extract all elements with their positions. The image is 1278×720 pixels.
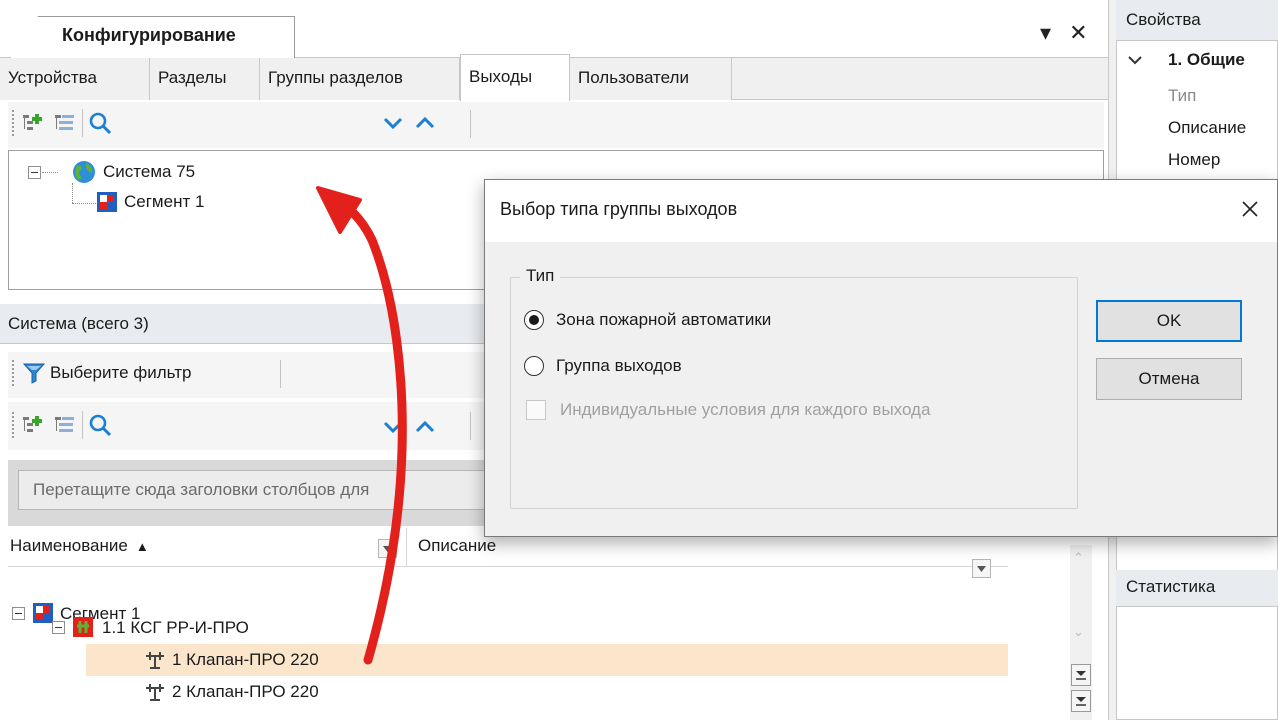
- tree-connector: [72, 183, 73, 203]
- toolbar-separator: [280, 360, 281, 388]
- toolbar-grip[interactable]: [12, 412, 16, 438]
- tab-partitions[interactable]: Разделы: [150, 58, 260, 100]
- toolbar-grip[interactable]: [12, 110, 16, 136]
- tree-toolbar-buttons: [12, 108, 115, 138]
- system-panel-title: Система (всего 3): [8, 314, 149, 333]
- row-label: 1 Клапан-ПРО 220: [172, 650, 319, 669]
- collapse-toggle[interactable]: [52, 621, 65, 634]
- property-number[interactable]: Номер: [1168, 150, 1220, 170]
- table-row[interactable]: 2 Клапан-ПРО 220: [8, 676, 1008, 708]
- column-filter-dropdown[interactable]: [972, 559, 991, 578]
- grid-toolbar-buttons: [12, 410, 115, 440]
- properties-title: Свойства: [1116, 0, 1278, 40]
- radio-label: Зона пожарной автоматики: [556, 310, 772, 329]
- tree-node-system[interactable]: Система 75: [28, 159, 195, 185]
- chevron-down-icon[interactable]: [378, 108, 408, 138]
- properties-section-title[interactable]: 1. Общие: [1168, 50, 1245, 70]
- document-window-controls[interactable]: ▾ ✕: [1040, 20, 1094, 46]
- column-filter-dropdown[interactable]: [378, 539, 397, 558]
- tree-structure-icon[interactable]: [50, 410, 80, 440]
- document-tab-title: Конфигурирование: [62, 25, 236, 45]
- radio-button[interactable]: [524, 310, 544, 330]
- cancel-button[interactable]: Отмена: [1096, 358, 1242, 400]
- tab-partition-groups[interactable]: Группы разделов: [260, 58, 460, 100]
- chevron-down-icon[interactable]: [378, 412, 408, 442]
- chevron-up-icon[interactable]: [410, 108, 440, 138]
- radio-label: Группа выходов: [556, 356, 682, 375]
- sub-tab-bar: Устройства Разделы Группы разделов Выход…: [0, 54, 1108, 101]
- globe-icon: [73, 161, 95, 183]
- filter-button-label: Выберите фильтр: [50, 363, 192, 382]
- tab-users[interactable]: Пользователи: [570, 58, 732, 100]
- tree-nav-buttons: [378, 108, 440, 138]
- tree-node-segment[interactable]: Сегмент 1: [96, 189, 204, 215]
- chevron-up-icon[interactable]: [410, 412, 440, 442]
- column-name-label: Наименование: [10, 536, 128, 555]
- tree-toolbar: [8, 102, 1104, 148]
- funnel-icon: [22, 363, 46, 384]
- tree-node-label: Сегмент 1: [124, 192, 205, 211]
- toolbar-grip[interactable]: [12, 360, 16, 386]
- valve-icon: [146, 684, 164, 701]
- grid-nav-buttons: [378, 412, 440, 442]
- table-row[interactable]: 1.1 КСГ РР-И-ПРО: [8, 612, 1008, 644]
- toolbar-separator: [470, 412, 471, 440]
- scroll-down-icon[interactable]: ⌄: [1073, 624, 1084, 640]
- close-icon[interactable]: [1234, 193, 1266, 225]
- chevron-down-icon[interactable]: [1128, 52, 1142, 68]
- radio-fire-automation-zone[interactable]: Зона пожарной автоматики: [524, 310, 771, 330]
- toolbar-separator: [470, 110, 471, 138]
- valve-icon: [146, 652, 164, 669]
- type-group-label: Тип: [520, 266, 561, 286]
- row-label: 2 Клапан-ПРО 220: [172, 682, 319, 701]
- column-description-header[interactable]: Описание: [418, 536, 496, 556]
- device-module-icon: [73, 617, 93, 637]
- individual-conditions-checkbox[interactable]: Индивидуальные условия для каждого выход…: [526, 400, 930, 420]
- table-row-selected[interactable]: 1 Клапан-ПРО 220: [86, 644, 1008, 676]
- filter-button[interactable]: Выберите фильтр: [22, 361, 191, 385]
- tree-node-label: Система 75: [103, 162, 196, 181]
- filter-toolbar-content: Выберите фильтр: [12, 360, 191, 386]
- radio-button[interactable]: [524, 356, 544, 376]
- group-by-hint: Перетащите сюда заголовки столбцов для: [18, 470, 488, 510]
- collapse-toggle[interactable]: [28, 165, 41, 179]
- scroll-end-icon[interactable]: [1071, 690, 1091, 712]
- column-divider: [406, 528, 407, 566]
- dialog-title: Выбор типа группы выходов: [500, 199, 738, 219]
- scroll-up-icon[interactable]: ⌃: [1073, 550, 1084, 566]
- radio-output-group[interactable]: Группа выходов: [524, 356, 682, 376]
- column-name-header[interactable]: Наименование ▲: [10, 536, 149, 556]
- property-type[interactable]: Тип: [1168, 86, 1196, 106]
- row-label: 1.1 КСГ РР-И-ПРО: [102, 618, 249, 637]
- tree-structure-icon[interactable]: [50, 108, 80, 138]
- add-tree-node-icon[interactable]: [18, 410, 48, 440]
- scroll-page-down-icon[interactable]: [1071, 664, 1091, 686]
- ok-button[interactable]: OK: [1096, 300, 1242, 342]
- statistics-title: Статистика: [1116, 570, 1278, 606]
- checkbox-label: Индивидуальные условия для каждого выход…: [560, 400, 931, 419]
- sort-ascending-icon: ▲: [135, 538, 149, 554]
- tree-connector: [72, 203, 96, 204]
- tab-outputs[interactable]: Выходы: [460, 54, 570, 101]
- tab-devices[interactable]: Устройства: [0, 58, 150, 100]
- checkbox[interactable]: [526, 400, 546, 420]
- add-tree-node-icon[interactable]: [18, 108, 48, 138]
- search-icon[interactable]: [85, 410, 115, 440]
- search-icon[interactable]: [85, 108, 115, 138]
- statistics-panel: [1116, 606, 1278, 720]
- segment-icon: [97, 192, 117, 212]
- toolbar-separator: [82, 411, 83, 439]
- property-description[interactable]: Описание: [1168, 118, 1246, 138]
- toolbar-separator: [82, 109, 83, 137]
